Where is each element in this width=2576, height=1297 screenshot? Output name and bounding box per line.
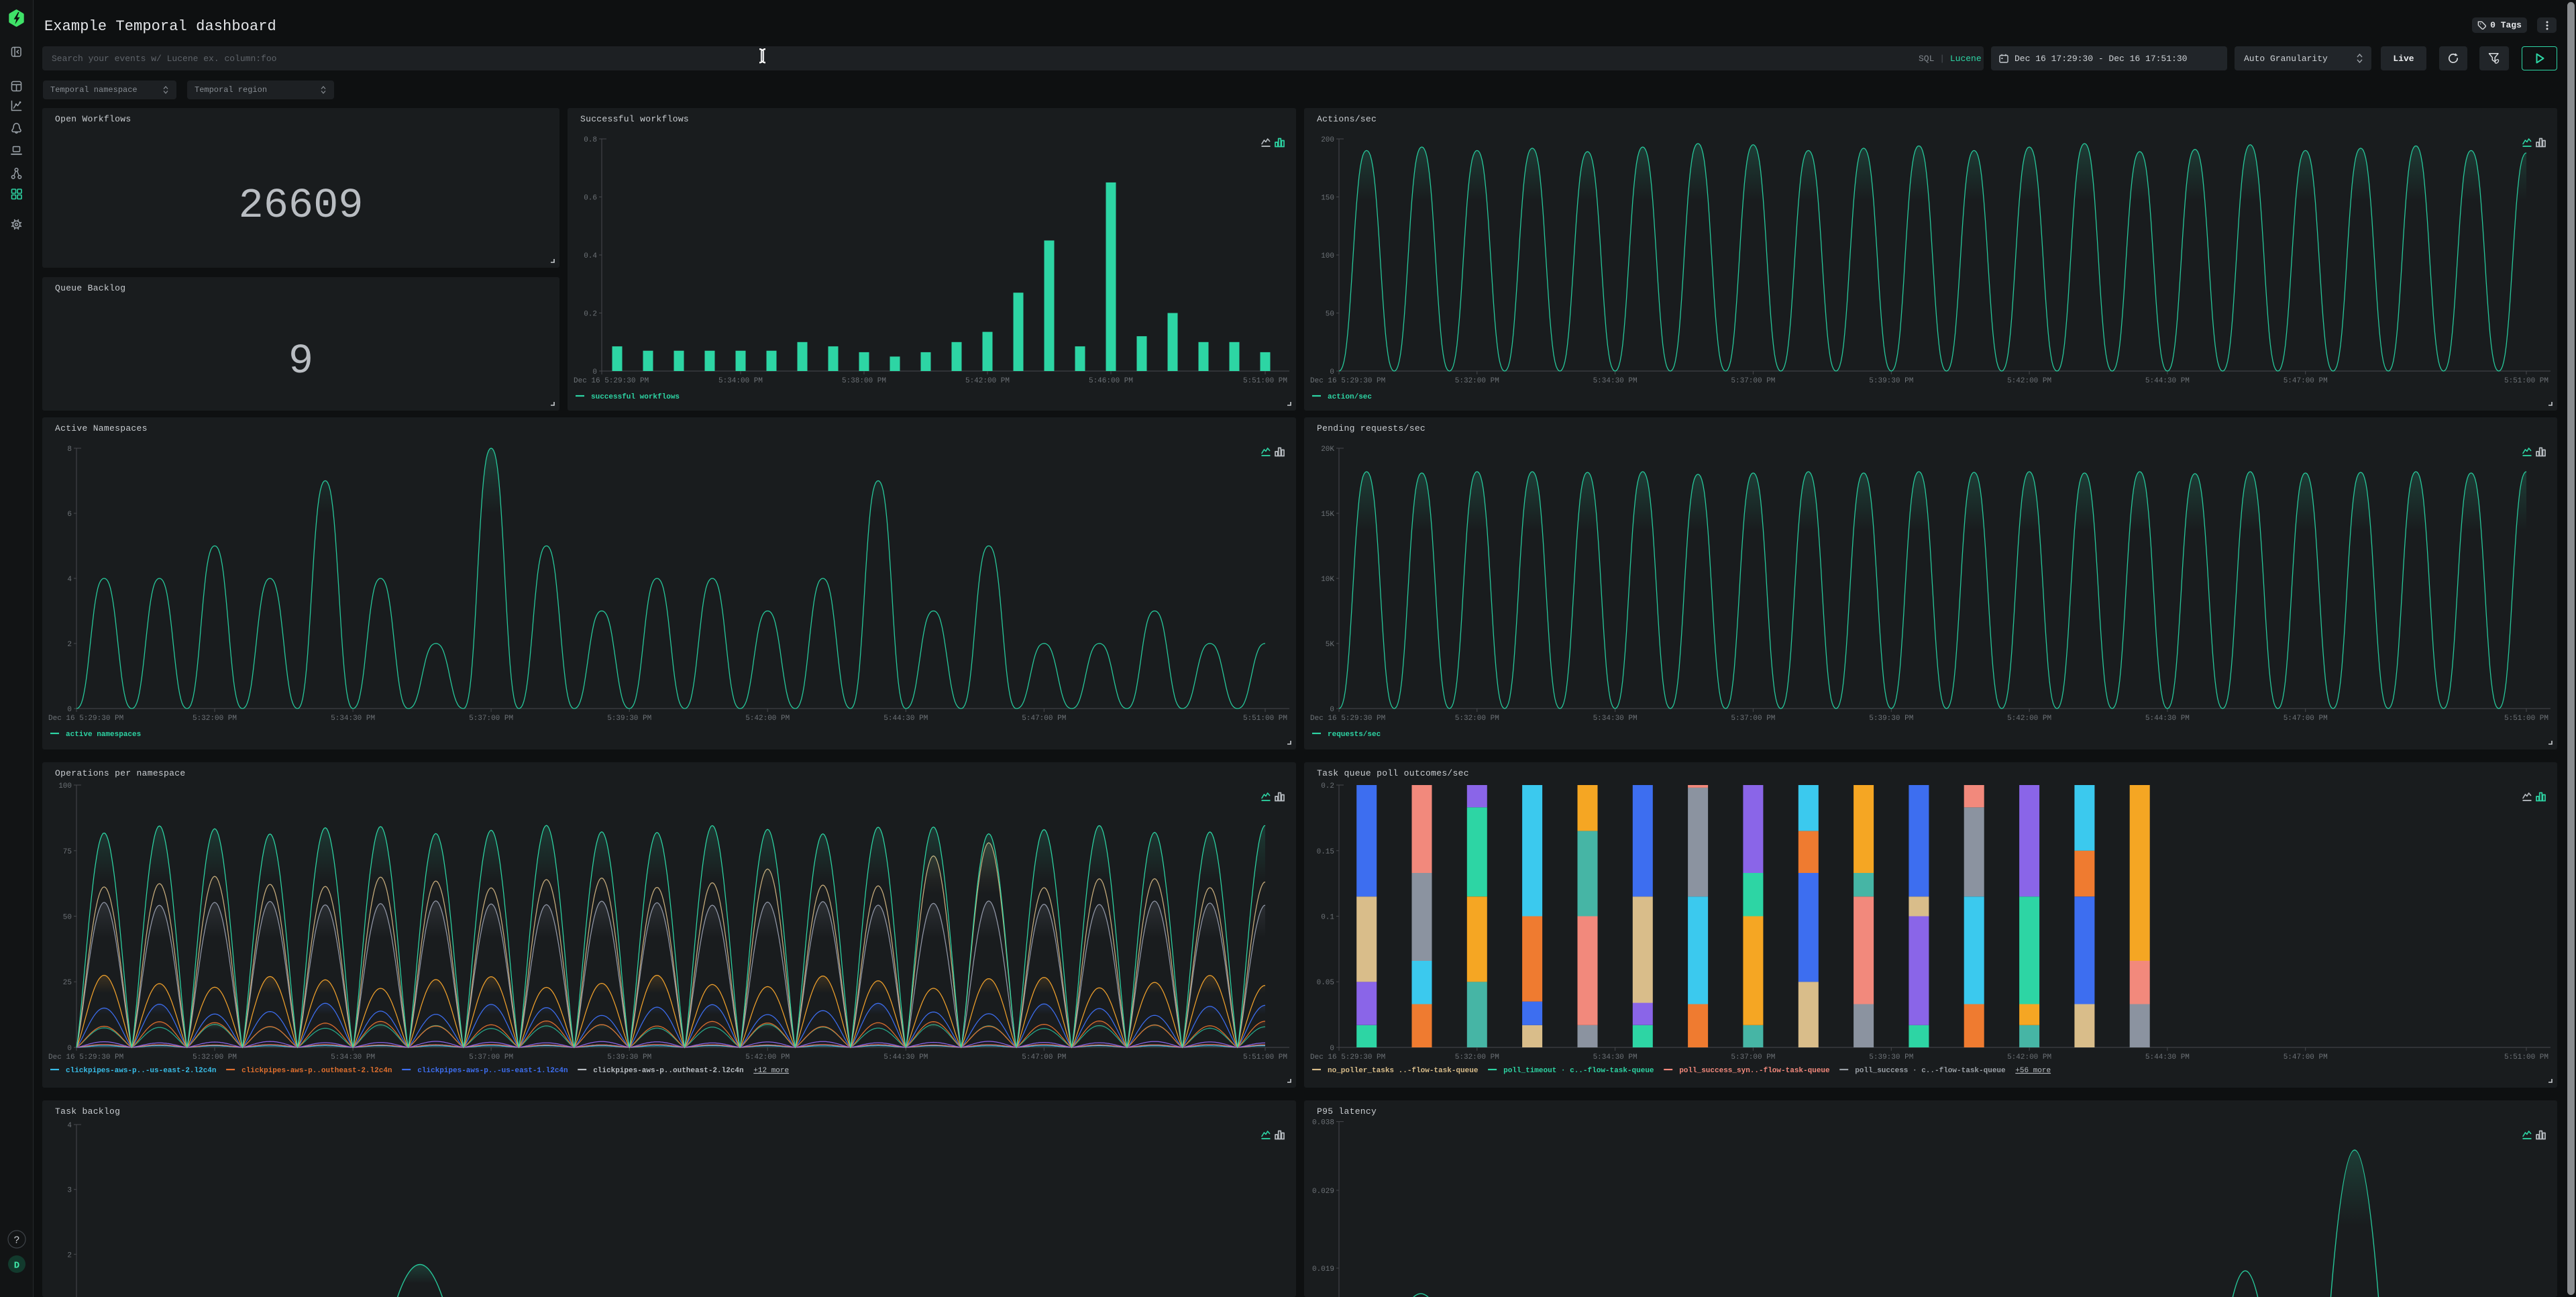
svg-text:5:32:00 PM: 5:32:00 PM: [193, 1053, 237, 1061]
svg-text:5:51:00 PM: 5:51:00 PM: [2504, 377, 2548, 385]
svg-text:5:42:00 PM: 5:42:00 PM: [965, 377, 1010, 385]
svg-text:requests/sec: requests/sec: [1328, 731, 1381, 739]
svg-text:+56 more: +56 more: [2015, 1067, 2051, 1075]
svg-text:5:51:00 PM: 5:51:00 PM: [2504, 1053, 2548, 1061]
svg-text:D: D: [14, 1261, 19, 1272]
svg-text:5:37:00 PM: 5:37:00 PM: [469, 1053, 513, 1061]
svg-text:5K: 5K: [1326, 641, 1335, 649]
svg-text:0: 0: [1330, 706, 1334, 714]
svg-text:5:47:00 PM: 5:47:00 PM: [2284, 1053, 2328, 1061]
svg-text:2: 2: [67, 641, 72, 649]
svg-text:5:44:30 PM: 5:44:30 PM: [2145, 377, 2190, 385]
svg-text:5:39:30 PM: 5:39:30 PM: [1869, 1053, 1913, 1061]
svg-text:Dec 16 5:29:30 PM: Dec 16 5:29:30 PM: [1310, 1053, 1385, 1061]
svg-text:2: 2: [67, 1251, 72, 1259]
svg-text:+12 more: +12 more: [753, 1067, 789, 1075]
svg-text:25: 25: [63, 979, 72, 987]
svg-text:5:38:00 PM: 5:38:00 PM: [842, 377, 886, 385]
svg-text:5:32:00 PM: 5:32:00 PM: [1455, 377, 1499, 385]
svg-text:5:37:00 PM: 5:37:00 PM: [1731, 1053, 1775, 1061]
svg-text:0.1: 0.1: [1321, 914, 1334, 922]
svg-text:5:39:30 PM: 5:39:30 PM: [607, 715, 651, 723]
svg-text:5:32:00 PM: 5:32:00 PM: [1455, 1053, 1499, 1061]
svg-text:5:44:30 PM: 5:44:30 PM: [883, 1053, 928, 1061]
svg-text:5:34:30 PM: 5:34:30 PM: [1593, 1053, 1638, 1061]
svg-text:poll_success_syn..-flow-task-q: poll_success_syn..-flow-task-queue: [1679, 1067, 1830, 1075]
svg-text:5:47:00 PM: 5:47:00 PM: [1022, 1053, 1066, 1061]
svg-text:0: 0: [1330, 368, 1334, 376]
svg-text:0.038: 0.038: [1312, 1119, 1334, 1127]
svg-text:5:51:00 PM: 5:51:00 PM: [1243, 715, 1287, 723]
svg-text:5:39:30 PM: 5:39:30 PM: [1869, 377, 1913, 385]
svg-text:Dec 16 5:29:30 PM: Dec 16 5:29:30 PM: [48, 1053, 123, 1061]
svg-text:5:46:00 PM: 5:46:00 PM: [1089, 377, 1133, 385]
svg-text:4: 4: [67, 576, 72, 584]
svg-text:5:47:00 PM: 5:47:00 PM: [2284, 715, 2328, 723]
svg-text:75: 75: [63, 848, 72, 856]
svg-text:Dec 16 5:29:30 PM: Dec 16 5:29:30 PM: [574, 377, 649, 385]
svg-text:0.019: 0.019: [1312, 1265, 1334, 1274]
svg-text:5:34:30 PM: 5:34:30 PM: [331, 715, 375, 723]
svg-text:0.15: 0.15: [1317, 848, 1334, 856]
svg-text:100: 100: [1321, 252, 1334, 260]
svg-text:3: 3: [67, 1187, 72, 1195]
svg-text:5:34:30 PM: 5:34:30 PM: [1593, 377, 1638, 385]
svg-text:5:42:00 PM: 5:42:00 PM: [745, 1053, 790, 1061]
svg-text:5:42:00 PM: 5:42:00 PM: [2007, 1053, 2051, 1061]
svg-text:5:47:00 PM: 5:47:00 PM: [2284, 377, 2328, 385]
svg-text:0: 0: [67, 1045, 72, 1053]
svg-text:5:44:30 PM: 5:44:30 PM: [2145, 715, 2190, 723]
svg-text:5:47:00 PM: 5:47:00 PM: [1022, 715, 1066, 723]
svg-text:0.05: 0.05: [1317, 979, 1334, 987]
svg-text:5:51:00 PM: 5:51:00 PM: [1243, 1053, 1287, 1061]
svg-text:Dec 16 5:29:30 PM: Dec 16 5:29:30 PM: [1310, 715, 1385, 723]
svg-text:0: 0: [1330, 1045, 1334, 1053]
svg-text:5:42:00 PM: 5:42:00 PM: [2007, 377, 2051, 385]
svg-text:150: 150: [1321, 195, 1334, 203]
svg-text:5:39:30 PM: 5:39:30 PM: [1869, 715, 1913, 723]
svg-text:5:42:00 PM: 5:42:00 PM: [2007, 715, 2051, 723]
svg-text:clickpipes-aws-p..outheast-2.l: clickpipes-aws-p..outheast-2.l2c4n: [593, 1067, 743, 1075]
svg-text:6: 6: [67, 511, 72, 519]
svg-text:5:51:00 PM: 5:51:00 PM: [2504, 715, 2548, 723]
svg-text:5:34:00 PM: 5:34:00 PM: [718, 377, 763, 385]
svg-text:5:39:30 PM: 5:39:30 PM: [607, 1053, 651, 1061]
svg-text:?: ?: [13, 1235, 19, 1247]
svg-text:no_poller_tasks ..-flow-task-q: no_poller_tasks ..-flow-task-queue: [1328, 1067, 1479, 1075]
svg-text:5:44:30 PM: 5:44:30 PM: [2145, 1053, 2190, 1061]
svg-text:poll_success · c..-flow-task-q: poll_success · c..-flow-task-queue: [1855, 1067, 2006, 1075]
svg-text:0: 0: [67, 706, 72, 714]
svg-text:5:37:00 PM: 5:37:00 PM: [1731, 715, 1775, 723]
svg-text:10K: 10K: [1321, 576, 1334, 584]
svg-text:successful workflows: successful workflows: [591, 393, 680, 401]
svg-text:50: 50: [1326, 311, 1334, 319]
svg-text:50: 50: [63, 914, 72, 922]
svg-text:Dec 16 5:29:30 PM: Dec 16 5:29:30 PM: [48, 715, 123, 723]
svg-text:Dec 16 5:29:30 PM: Dec 16 5:29:30 PM: [1310, 377, 1385, 385]
svg-text:0.6: 0.6: [584, 195, 597, 203]
svg-text:5:37:00 PM: 5:37:00 PM: [1731, 377, 1775, 385]
svg-text:4: 4: [67, 1122, 72, 1130]
svg-text:clickpipes-aws-p..-us-east-1.l: clickpipes-aws-p..-us-east-1.l2c4n: [417, 1067, 568, 1075]
svg-text:5:37:00 PM: 5:37:00 PM: [469, 715, 513, 723]
svg-text:5:32:00 PM: 5:32:00 PM: [1455, 715, 1499, 723]
svg-text:action/sec: action/sec: [1328, 393, 1372, 401]
svg-text:0.2: 0.2: [584, 311, 597, 319]
svg-text:15K: 15K: [1321, 511, 1334, 519]
svg-text:5:44:30 PM: 5:44:30 PM: [883, 715, 928, 723]
svg-text:poll_timeout · c..-flow-task-q: poll_timeout · c..-flow-task-queue: [1503, 1067, 1654, 1075]
svg-text:0: 0: [592, 368, 597, 376]
svg-text:5:32:00 PM: 5:32:00 PM: [193, 715, 237, 723]
svg-text:clickpipes-aws-p..-us-east-2.l: clickpipes-aws-p..-us-east-2.l2c4n: [66, 1067, 216, 1075]
svg-text:5:34:30 PM: 5:34:30 PM: [331, 1053, 375, 1061]
svg-text:5:34:30 PM: 5:34:30 PM: [1593, 715, 1638, 723]
svg-text:5:42:00 PM: 5:42:00 PM: [745, 715, 790, 723]
svg-text:clickpipes-aws-p..outheast-2.l: clickpipes-aws-p..outheast-2.l2c4n: [241, 1067, 392, 1075]
svg-text:active namespaces: active namespaces: [66, 731, 141, 739]
svg-text:0.4: 0.4: [584, 252, 597, 260]
svg-text:0.029: 0.029: [1312, 1188, 1334, 1196]
svg-text:5:51:00 PM: 5:51:00 PM: [1243, 377, 1287, 385]
